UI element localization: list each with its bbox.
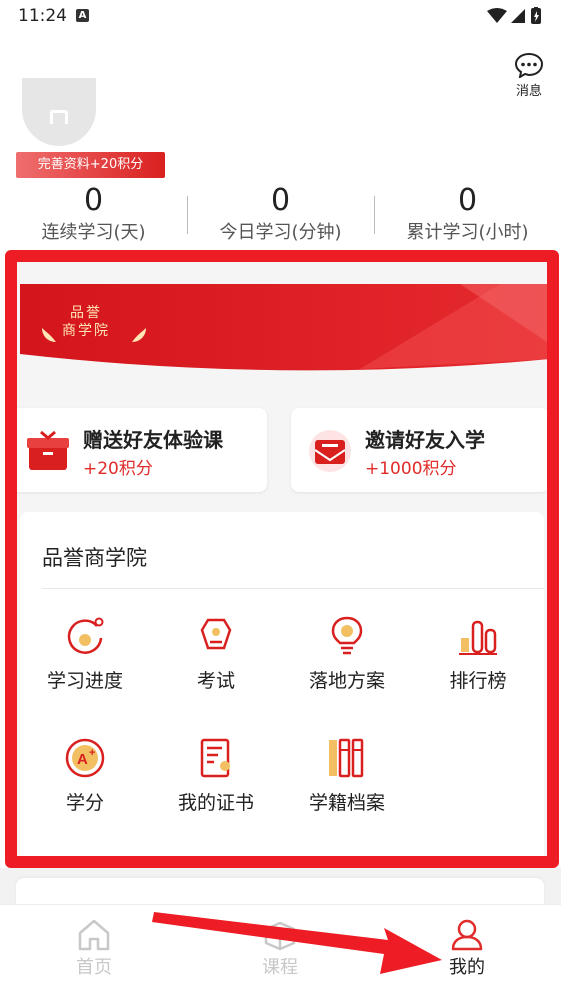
stat-label: 累计学习(小时) <box>406 222 529 243</box>
tab-profile[interactable]: 我的 <box>407 917 527 987</box>
credit-icon: A + <box>65 738 105 778</box>
avatar[interactable] <box>22 78 96 146</box>
invite-friend-card[interactable]: 邀请好友入学 +1000积分 <box>291 408 547 492</box>
laurel-left-icon <box>42 328 56 342</box>
grid-label: 学习进度 <box>46 670 123 692</box>
my-certificate-item[interactable]: 我的证书 <box>151 736 281 816</box>
invite-title: 赠送好友体验课 <box>83 428 223 452</box>
svg-text:A: A <box>77 751 88 768</box>
brand-banner[interactable]: 品誉 商学院 <box>20 284 547 374</box>
grid-label: 学籍档案 <box>308 792 385 814</box>
grid-label: 落地方案 <box>308 670 385 692</box>
certificate-icon <box>200 738 230 778</box>
gift-trial-card[interactable]: 赠送好友体验课 +20积分 <box>17 408 267 492</box>
grid-label: 我的证书 <box>177 792 254 814</box>
grid-label: 考试 <box>196 670 235 692</box>
brand-line-2: 商学院 <box>62 323 110 339</box>
stat-today-minutes[interactable]: 0 今日学习(分钟) <box>187 182 374 246</box>
stat-value: 0 <box>270 183 291 218</box>
profile-icon <box>451 919 483 951</box>
learning-stats: 0 连续学习(天) 0 今日学习(分钟) 0 累计学习(小时) <box>0 182 561 252</box>
complete-profile-badge[interactable]: 完善资料+20积分 <box>16 152 165 178</box>
notification-icon: A <box>76 9 89 22</box>
brand-line-1: 品誉 <box>70 305 102 321</box>
student-archive-item[interactable]: 学籍档案 <box>282 736 412 816</box>
bottom-tab-bar: 首页 课程 我的 <box>0 904 561 997</box>
invite-envelope-icon <box>309 430 351 472</box>
course-icon <box>264 921 296 951</box>
gift-box-icon <box>27 430 69 470</box>
section-divider <box>42 588 544 589</box>
stat-value: 0 <box>457 183 478 218</box>
credits-item[interactable]: A + 学分 <box>20 736 150 816</box>
exam-icon <box>200 618 232 650</box>
bulb-icon <box>331 616 363 655</box>
status-icons <box>487 7 541 24</box>
home-icon <box>78 919 110 951</box>
invite-points: +1000积分 <box>365 459 457 479</box>
brand-logo: 品誉 商学院 <box>62 304 110 340</box>
highlight-frame: 品誉 商学院 赠送好友体验课 +20积分 邀请好友入学 +1000积分 品誉商学… <box>5 250 559 868</box>
grid-label: 排行榜 <box>449 670 507 692</box>
learning-progress-item[interactable]: 学习进度 <box>20 614 150 694</box>
academy-section: 品誉商学院 学习进度 考试 落地方案 排行榜 A + 学分 我的证书 学籍档案 <box>20 512 544 856</box>
invite-points: +20积分 <box>83 459 153 479</box>
status-bar: 11:24 A <box>0 0 561 32</box>
messages-label: 消息 <box>515 84 542 99</box>
stat-value: 0 <box>83 183 104 218</box>
chat-bubble-icon <box>514 52 544 78</box>
solution-plan-item[interactable]: 落地方案 <box>282 614 412 694</box>
stat-consecutive-days[interactable]: 0 连续学习(天) <box>0 182 187 246</box>
stat-label: 今日学习(分钟) <box>219 222 342 243</box>
wifi-icon <box>487 8 507 23</box>
stat-label: 连续学习(天) <box>41 222 146 243</box>
ranking-item[interactable]: 排行榜 <box>413 614 543 694</box>
status-time: 11:24 <box>18 6 67 26</box>
avatar-placeholder-icon <box>50 110 68 124</box>
exam-item[interactable]: 考试 <box>151 614 281 694</box>
section-title: 品誉商学院 <box>42 546 147 570</box>
svg-text:+: + <box>89 747 95 759</box>
tab-courses[interactable]: 课程 <box>220 917 340 987</box>
invite-title: 邀请好友入学 <box>365 428 485 452</box>
messages-button[interactable]: 消息 <box>509 52 549 104</box>
stat-total-hours[interactable]: 0 累计学习(小时) <box>374 182 561 246</box>
tab-label: 首页 <box>76 957 112 978</box>
archive-icon <box>329 738 364 778</box>
progress-icon <box>67 617 104 654</box>
ranking-icon <box>459 620 497 655</box>
grid-label: 学分 <box>65 792 104 814</box>
tab-home[interactable]: 首页 <box>34 917 154 987</box>
tab-label: 我的 <box>449 957 485 978</box>
laurel-right-icon <box>132 328 146 342</box>
signal-icon <box>511 9 525 23</box>
tab-label: 课程 <box>262 957 298 978</box>
